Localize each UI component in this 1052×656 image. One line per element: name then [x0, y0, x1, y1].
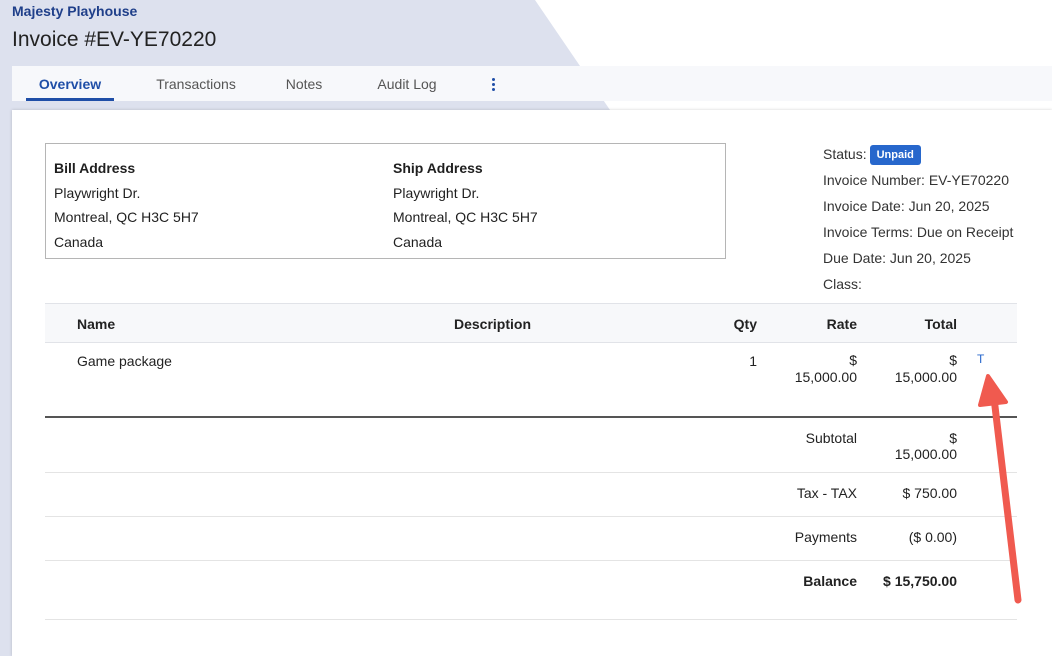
- balance-label: Balance: [803, 573, 857, 589]
- status-badge: Unpaid: [869, 145, 921, 165]
- column-qty: Qty: [733, 316, 757, 332]
- page-title: Invoice #EV-YE70220: [12, 28, 217, 51]
- column-total: Total: [924, 316, 957, 332]
- bill-address: Bill Address Playwright Dr. Montreal, QC…: [54, 156, 199, 254]
- tab-audit-log[interactable]: Audit Log: [370, 66, 444, 101]
- tab-notes[interactable]: Notes: [276, 66, 332, 101]
- payments-label: Payments: [794, 529, 857, 545]
- organization-name: Majesty Playhouse: [12, 3, 138, 19]
- tab-overview[interactable]: Overview: [26, 66, 114, 101]
- ship-address-line2: Montreal, QC H3C 5H7: [393, 209, 538, 225]
- address-box: Bill Address Playwright Dr. Montreal, QC…: [45, 143, 726, 259]
- balance-row: Balance $ 15,750.00: [45, 561, 1017, 620]
- payments-row: Payments ($ 0.00): [45, 517, 1017, 561]
- bill-address-line1: Playwright Dr.: [54, 184, 141, 201]
- line-items-header: Name Description Qty Rate Total: [45, 303, 1017, 343]
- more-options-icon[interactable]: [490, 66, 498, 101]
- subtotal-label: Subtotal: [805, 430, 857, 446]
- tax-row: Tax - TAX $ 750.00: [45, 473, 1017, 517]
- ship-address-line3: Canada: [393, 233, 443, 250]
- line-item-action-link[interactable]: T: [977, 352, 984, 366]
- tab-bar: Overview Transactions Notes Audit Log: [12, 66, 1052, 101]
- line-item-name: Game package: [77, 353, 172, 369]
- payments-amount: ($ 0.00): [908, 529, 957, 545]
- ship-address-heading: Ship Address: [393, 160, 483, 176]
- invoice-number: Invoice Number: EV-YE70220: [823, 172, 1009, 188]
- bill-address-heading: Bill Address: [54, 160, 136, 176]
- tax-amount: $ 750.00: [902, 485, 958, 501]
- invoice-terms: Invoice Terms: Due on Receipt: [823, 224, 1014, 240]
- column-description: Description: [454, 316, 532, 332]
- tab-transactions[interactable]: Transactions: [146, 66, 246, 101]
- column-name: Name: [77, 316, 116, 332]
- status-row: Status: Unpaid: [823, 143, 1013, 169]
- bill-address-line3: Canada: [54, 233, 104, 250]
- column-rate: Rate: [826, 316, 857, 332]
- status-label: Status:: [823, 146, 867, 162]
- invoice-meta: Status: Unpaid Invoice Number: EV-YE70220…: [823, 143, 1013, 299]
- tax-label: Tax - TAX: [796, 485, 857, 501]
- invoice-card: Bill Address Playwright Dr. Montreal, QC…: [12, 110, 1052, 656]
- line-item-total: 15,000.00: [894, 369, 957, 385]
- invoice-date: Invoice Date: Jun 20, 2025: [823, 198, 990, 214]
- subtotal-row: Subtotal $ 15,000.00: [45, 418, 1017, 473]
- table-row: Game package 1 $ 15,000.00 $ 15,000.00 T: [45, 342, 1017, 418]
- line-item-rate-currency: $: [849, 352, 857, 368]
- line-item-rate: 15,000.00: [794, 369, 857, 385]
- ship-address: Ship Address Playwright Dr. Montreal, QC…: [393, 156, 538, 254]
- bill-address-line2: Montreal, QC H3C 5H7: [54, 209, 199, 225]
- due-date: Due Date: Jun 20, 2025: [823, 250, 971, 266]
- line-item-total-currency: $: [949, 352, 957, 368]
- invoice-class: Class:: [823, 276, 862, 292]
- subtotal-currency: $: [949, 430, 957, 446]
- ship-address-line1: Playwright Dr.: [393, 184, 480, 201]
- balance-amount: $ 15,750.00: [883, 573, 957, 589]
- line-item-qty: 1: [749, 353, 757, 369]
- subtotal-amount: 15,000.00: [894, 446, 957, 462]
